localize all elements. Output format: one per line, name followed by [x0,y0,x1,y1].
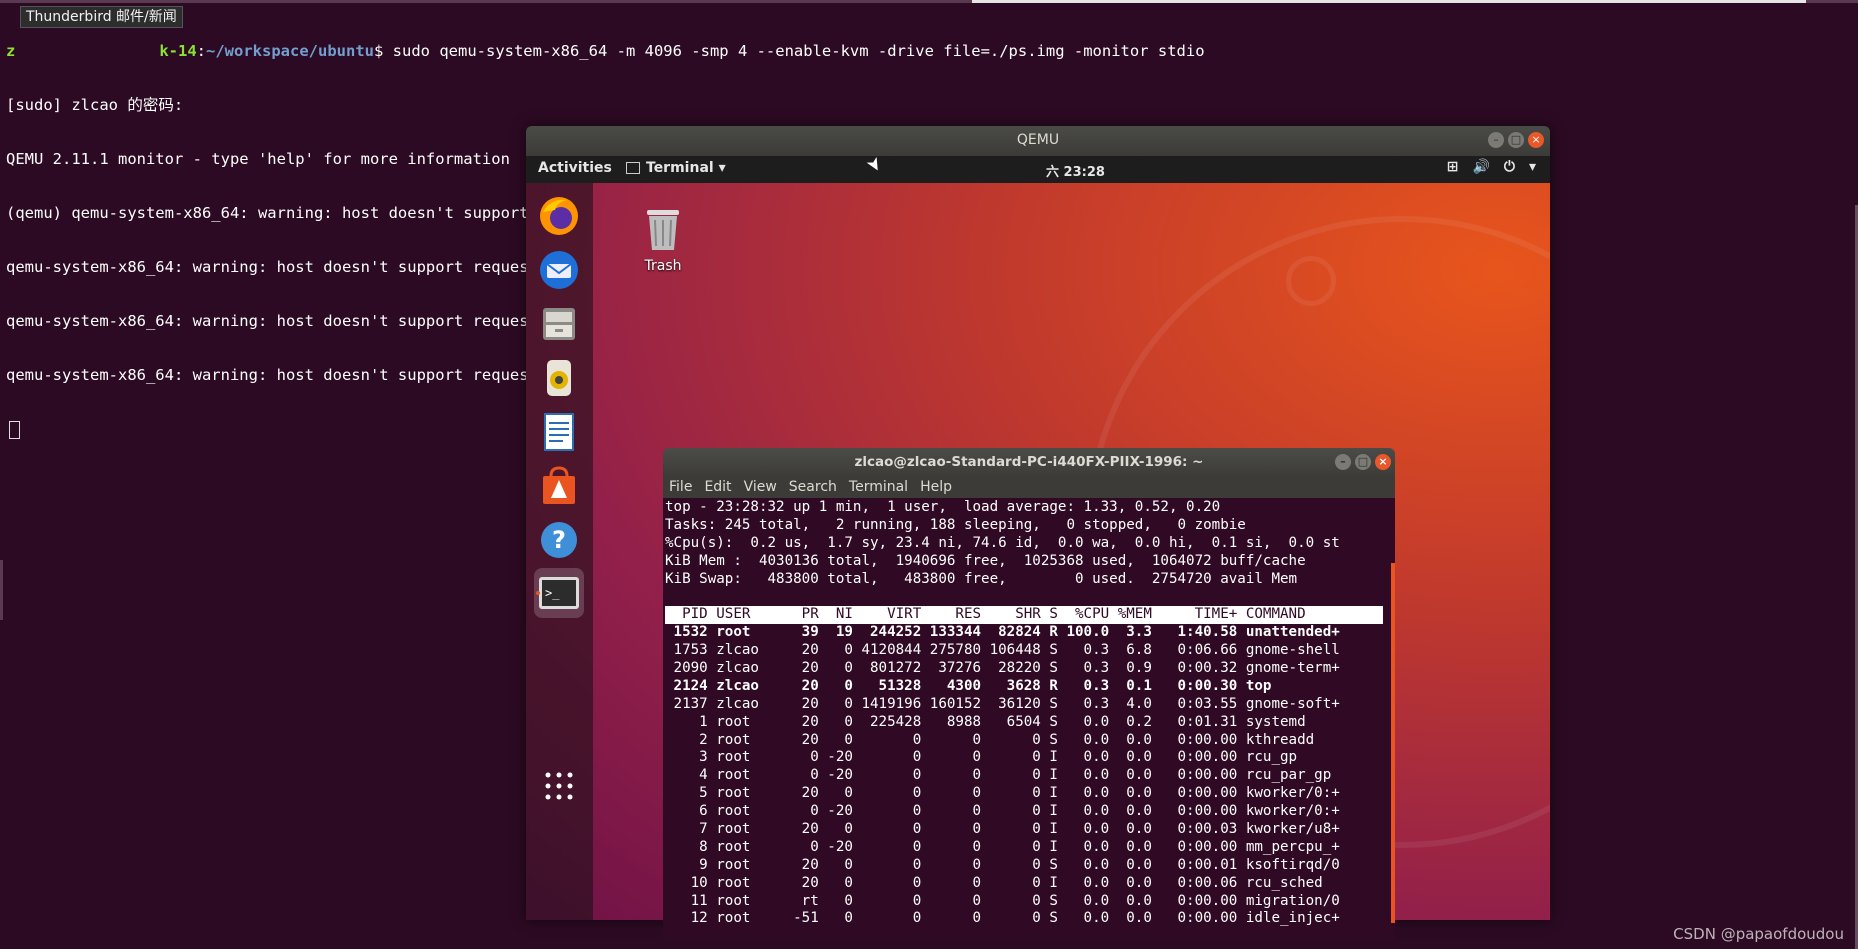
svg-text:?: ? [552,526,566,554]
help-icon[interactable]: ? [534,515,584,565]
guest-terminal-scrollbar[interactable] [1391,563,1395,923]
gnome-top-bar: Activities Terminal ▾ 六 23:28 ⊞ 🔊 ⏻ ▾ [526,156,1550,183]
dock-tooltip: Thunderbird 邮件/新闻 [20,6,183,28]
terminal-icon[interactable]: >_ [534,568,584,618]
menu-search[interactable]: Search [789,479,837,495]
guest-terminal-title: zlcao@zlcao-Standard-PC-i440FX-PIIX-1996… [854,454,1204,470]
top-summary-line: KiB Mem : 4030136 total, 1940696 free, 1… [665,552,1306,569]
apps-grid-icon[interactable] [534,761,584,811]
volume-icon[interactable]: 🔊 [1472,159,1489,175]
top-summary-line: Tasks: 245 total, 2 running, 188 sleepin… [665,516,1246,533]
qemu-window[interactable]: QEMU – □ × Activities Terminal ▾ 六 23:28… [526,126,1550,939]
table-row: 2137 zlcao 20 0 1419196 160152 36120 S 0… [665,695,1340,712]
table-row: 12 root -51 0 0 0 0 S 0.0 0.0 0:00.00 id… [665,910,1340,927]
prompt-host: k-14 [159,42,197,60]
files-icon[interactable] [534,299,584,349]
top-output[interactable]: top - 23:28:32 up 1 min, 1 user, load av… [663,498,1395,939]
process-table-header: PID USER PR NI VIRT RES SHR S %CPU %MEM … [665,606,1383,625]
menu-help[interactable]: Help [920,479,952,495]
close-button[interactable]: × [1375,454,1391,470]
running-indicator [536,591,540,595]
prompt-user: z [6,42,16,60]
table-row: 2090 zlcao 20 0 801272 37276 28220 S 0.3… [665,660,1340,677]
firefox-icon[interactable] [534,191,584,241]
desktop-trash[interactable]: Trash [628,204,698,274]
thunderbird-icon[interactable] [534,245,584,295]
top-summary-line: top - 23:28:32 up 1 min, 1 user, load av… [665,499,1221,515]
menu-view[interactable]: View [744,479,777,495]
menu-file[interactable]: File [669,479,692,495]
table-row: 1753 zlcao 20 0 4120844 275780 106448 S … [665,642,1340,659]
table-row: 10 root 20 0 0 0 0 I 0.0 0.0 0:00.06 rcu… [665,874,1323,891]
table-row: 1532 root 39 19 244252 133344 82824 R 10… [665,624,1340,641]
writer-icon[interactable] [534,407,584,457]
left-edge-handle [0,560,3,620]
network-icon[interactable]: ⊞ [1447,159,1459,175]
table-row: 6 root 0 -20 0 0 0 I 0.0 0.0 0:00.00 kwo… [665,803,1340,820]
process-table: 1532 root 39 19 244252 133344 82824 R 10… [665,624,1395,928]
table-row: 11 root rt 0 0 0 0 S 0.0 0.0 0:00.00 mig… [665,892,1340,909]
qemu-titlebar[interactable]: QEMU – □ × [526,126,1550,156]
trash-label: Trash [644,258,682,274]
table-row: 3 root 0 -20 0 0 0 I 0.0 0.0 0:00.00 rcu… [665,749,1298,766]
watermark: CSDN @papaofdoudou [1673,925,1844,943]
table-row: 1 root 20 0 225428 8988 6504 S 0.0 0.2 0… [665,713,1306,730]
top-summary-line: KiB Swap: 483800 total, 483800 free, 0 u… [665,570,1298,587]
qemu-title: QEMU [1016,132,1060,148]
svg-text:>_: >_ [545,586,560,600]
table-row: 9 root 20 0 0 0 0 S 0.0 0.0 0:00.01 ksof… [665,856,1340,873]
activities-button[interactable]: Activities [538,160,612,176]
table-row: 5 root 20 0 0 0 0 I 0.0 0.0 0:00.00 kwor… [665,785,1340,802]
maximize-button[interactable]: □ [1508,132,1524,148]
host-terminal-tabbar [0,0,1858,3]
minimize-button[interactable]: – [1488,132,1504,148]
rhythmbox-icon[interactable] [534,353,584,403]
menu-edit[interactable]: Edit [704,479,731,495]
menu-terminal[interactable]: Terminal [849,479,908,495]
system-tray[interactable]: ⊞ 🔊 ⏻ ▾ [1447,159,1536,175]
table-row: 2 root 20 0 0 0 0 S 0.0 0.0 0:00.00 kthr… [665,731,1315,748]
guest-terminal-titlebar[interactable]: zlcao@zlcao-Standard-PC-i440FX-PIIX-1996… [663,448,1395,476]
app-menu[interactable]: Terminal ▾ [626,160,726,176]
prompt-path: ~/workspace/ubuntu [206,42,374,60]
clock[interactable]: 六 23:28 [1046,161,1105,180]
table-row: 8 root 0 -20 0 0 0 I 0.0 0.0 0:00.00 mm_… [665,838,1340,855]
dock: ? >_ [526,183,593,920]
maximize-button[interactable]: □ [1355,454,1371,470]
terminal-small-icon [626,162,640,174]
top-summary-line: %Cpu(s): 0.2 us, 1.7 sy, 23.4 ni, 74.6 i… [665,534,1340,551]
text-cursor [9,420,20,439]
host-line: [sudo] zlcao 的密码: [6,96,184,114]
chevron-down-icon[interactable]: ▾ [1529,159,1536,175]
table-row: 4 root 0 -20 0 0 0 I 0.0 0.0 0:00.00 rcu… [665,767,1332,784]
host-command: $ sudo qemu-system-x86_64 -m 4096 -smp 4… [374,42,1205,60]
power-icon[interactable]: ⏻ [1504,159,1515,175]
trash-icon [647,210,679,250]
guest-terminal-window[interactable]: zlcao@zlcao-Standard-PC-i440FX-PIIX-1996… [663,448,1395,939]
minimize-button[interactable]: – [1335,454,1351,470]
table-row: 2124 zlcao 20 0 51328 4300 3628 R 0.3 0.… [665,677,1272,694]
close-button[interactable]: × [1528,132,1544,148]
app-menu-label: Terminal ▾ [646,160,726,176]
wallpaper-decoration [1286,256,1336,306]
table-row: 7 root 20 0 0 0 0 I 0.0 0.0 0:00.03 kwor… [665,821,1340,838]
guest-terminal-menubar: File Edit View Search Terminal Help [663,476,1395,498]
software-icon[interactable] [534,461,584,511]
